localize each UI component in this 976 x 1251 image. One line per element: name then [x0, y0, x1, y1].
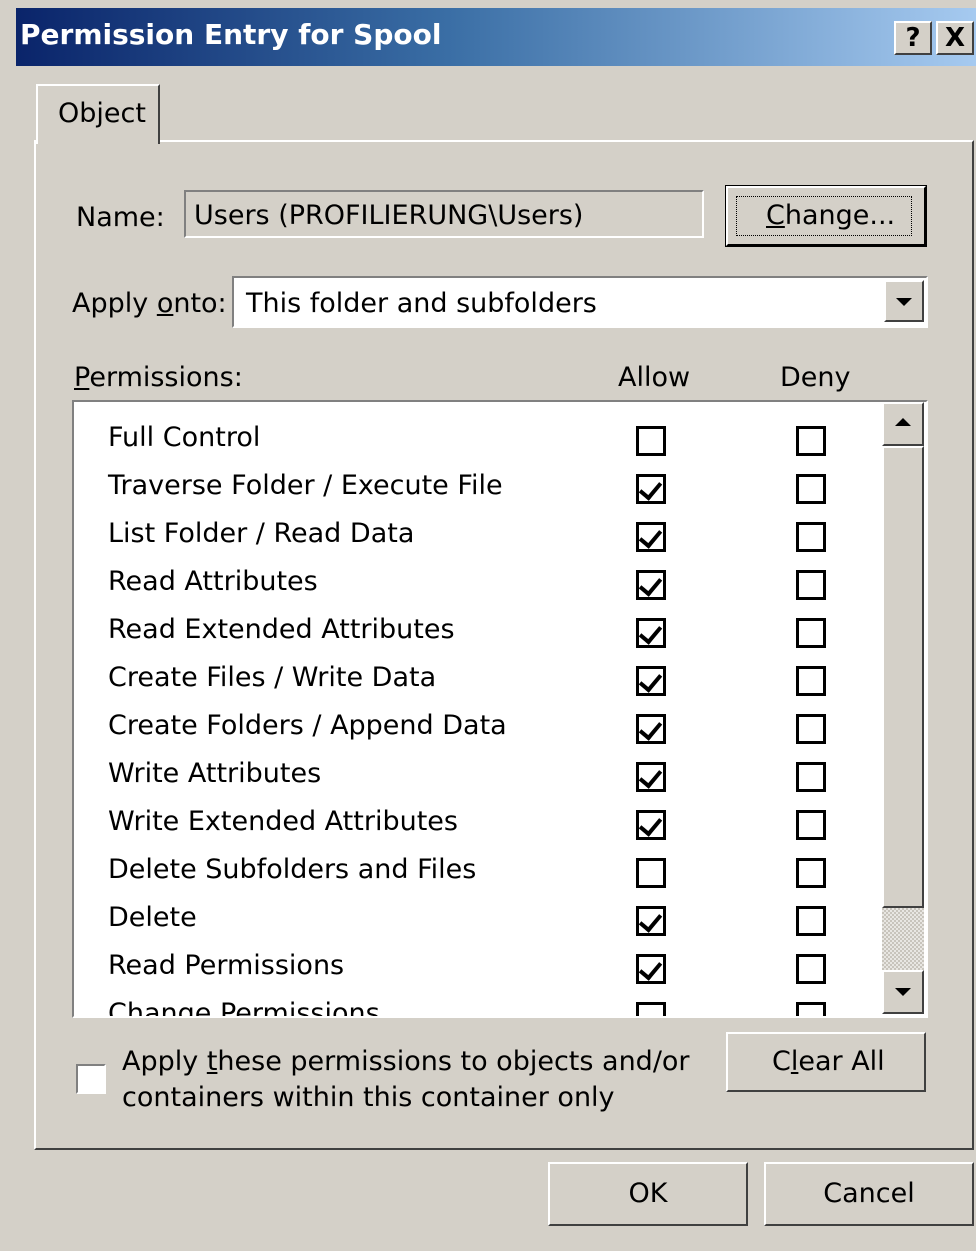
- close-button[interactable]: X: [936, 21, 974, 55]
- apply-onto-label: Apply onto:: [72, 288, 227, 319]
- ok-button[interactable]: OK: [548, 1162, 748, 1226]
- help-button[interactable]: ?: [894, 21, 932, 55]
- permission-row: Read Extended Attributes: [74, 604, 874, 652]
- change-button-label: Change...: [766, 200, 896, 231]
- permission-name: Delete Subfolders and Files: [108, 854, 477, 885]
- clear-all-label: Clear All: [772, 1046, 885, 1077]
- apply-container-only-line1: Apply these permissions to objects and/o…: [122, 1046, 690, 1077]
- checkmark-icon: [638, 668, 663, 693]
- apply-onto-dropdown[interactable]: This folder and subfolders: [232, 276, 928, 328]
- checkmark-icon: [638, 620, 663, 645]
- deny-checkbox[interactable]: [796, 810, 826, 840]
- deny-checkbox[interactable]: [796, 1002, 826, 1016]
- allow-checkbox[interactable]: [636, 474, 666, 504]
- deny-checkbox[interactable]: [796, 426, 826, 456]
- permissions-list[interactable]: Full Control Traverse Folder / Execute Fi…: [72, 400, 928, 1018]
- permission-name: Write Extended Attributes: [108, 806, 458, 837]
- allow-checkbox[interactable]: [636, 906, 666, 936]
- deny-checkbox[interactable]: [796, 954, 826, 984]
- deny-checkbox[interactable]: [796, 858, 826, 888]
- name-label: Name:: [76, 202, 165, 233]
- title-bar: Permission Entry for Spool ? X: [16, 8, 976, 66]
- allow-checkbox[interactable]: [636, 810, 666, 840]
- permission-row: List Folder / Read Data: [74, 508, 874, 556]
- allow-checkbox[interactable]: [636, 426, 666, 456]
- allow-checkbox[interactable]: [636, 1002, 666, 1016]
- deny-checkbox[interactable]: [796, 714, 826, 744]
- allow-checkbox[interactable]: [636, 714, 666, 744]
- checkmark-icon: [638, 956, 663, 981]
- permission-row: Delete Subfolders and Files: [74, 844, 874, 892]
- permission-row: Full Control: [74, 412, 874, 460]
- allow-checkbox[interactable]: [636, 858, 666, 888]
- checkmark-icon: [638, 524, 663, 549]
- allow-checkbox[interactable]: [636, 762, 666, 792]
- allow-checkbox[interactable]: [636, 570, 666, 600]
- cancel-button[interactable]: Cancel: [764, 1162, 974, 1226]
- permission-row: Read Permissions: [74, 940, 874, 988]
- allow-checkbox[interactable]: [636, 522, 666, 552]
- permission-name: Write Attributes: [108, 758, 322, 789]
- deny-checkbox[interactable]: [796, 570, 826, 600]
- permission-row: Create Files / Write Data: [74, 652, 874, 700]
- permission-row: Traverse Folder / Execute File: [74, 460, 874, 508]
- name-field: Users (PROFILIERUNG\Users): [184, 190, 704, 238]
- deny-checkbox[interactable]: [796, 666, 826, 696]
- deny-checkbox[interactable]: [796, 618, 826, 648]
- permission-name: Change Permissions: [108, 998, 380, 1018]
- window-title: Permission Entry for Spool: [20, 18, 442, 51]
- deny-checkbox[interactable]: [796, 474, 826, 504]
- deny-header: Deny: [780, 362, 851, 393]
- scroll-down-button[interactable]: [882, 970, 924, 1014]
- allow-header: Allow: [618, 362, 691, 393]
- permission-name: Read Permissions: [108, 950, 345, 981]
- apply-onto-value: This folder and subfolders: [246, 288, 597, 319]
- apply-container-only-line2: containers within this container only: [122, 1082, 615, 1113]
- dropdown-button[interactable]: [884, 280, 924, 322]
- tab-label: Object: [58, 98, 146, 129]
- permission-name: Read Attributes: [108, 566, 318, 597]
- allow-checkbox[interactable]: [636, 954, 666, 984]
- checkmark-icon: [638, 764, 663, 789]
- scrollbar[interactable]: [882, 402, 924, 1014]
- scroll-thumb[interactable]: [882, 446, 924, 908]
- permission-name: Create Folders / Append Data: [108, 710, 507, 741]
- apply-container-only-checkbox[interactable]: [76, 1064, 106, 1094]
- ok-label: OK: [628, 1178, 668, 1209]
- permission-row: Write Attributes: [74, 748, 874, 796]
- tab-object[interactable]: Object: [36, 84, 160, 144]
- allow-checkbox[interactable]: [636, 666, 666, 696]
- permission-row: Delete: [74, 892, 874, 940]
- deny-checkbox[interactable]: [796, 522, 826, 552]
- allow-checkbox[interactable]: [636, 618, 666, 648]
- permission-name: Delete: [108, 902, 197, 933]
- permission-name: List Folder / Read Data: [108, 518, 415, 549]
- checkmark-icon: [638, 908, 663, 933]
- permission-name: Create Files / Write Data: [108, 662, 437, 693]
- checkmark-icon: [638, 716, 663, 741]
- arrow-up-icon: [895, 418, 911, 426]
- checkmark-icon: [638, 476, 663, 501]
- deny-checkbox[interactable]: [796, 762, 826, 792]
- permission-name: Read Extended Attributes: [108, 614, 455, 645]
- name-value: Users (PROFILIERUNG\Users): [194, 200, 584, 231]
- scroll-up-button[interactable]: [882, 402, 924, 446]
- arrow-down-icon: [895, 988, 911, 996]
- permission-row: Write Extended Attributes: [74, 796, 874, 844]
- checkmark-icon: [638, 572, 663, 597]
- permissions-label: Permissions:: [74, 362, 243, 393]
- deny-checkbox[interactable]: [796, 906, 826, 936]
- permission-name: Full Control: [108, 422, 261, 453]
- permission-row: Change Permissions: [74, 988, 874, 1018]
- permission-name: Traverse Folder / Execute File: [108, 470, 503, 501]
- checkmark-icon: [638, 812, 663, 837]
- chevron-down-icon: [896, 298, 912, 306]
- permission-row: Read Attributes: [74, 556, 874, 604]
- permission-row: Create Folders / Append Data: [74, 700, 874, 748]
- cancel-label: Cancel: [823, 1178, 915, 1209]
- change-button[interactable]: Change...: [725, 185, 927, 247]
- clear-all-button[interactable]: Clear All: [726, 1032, 926, 1092]
